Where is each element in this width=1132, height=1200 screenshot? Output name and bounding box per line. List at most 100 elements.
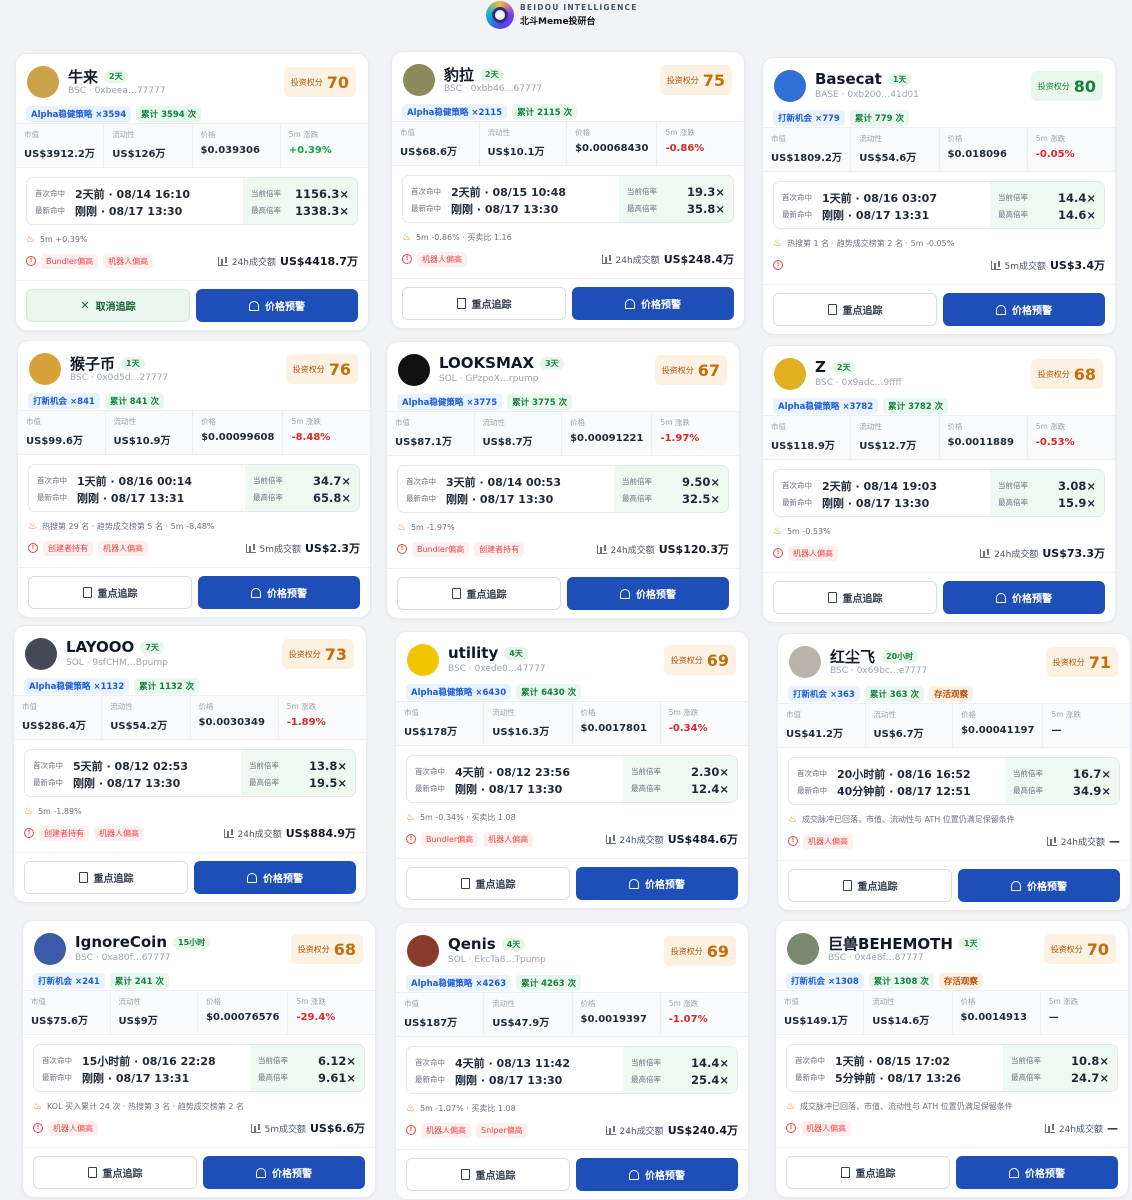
card-header: 猴子币 1天 BSC · 0x0d5d…27777 打新机会 ×841 累计 8…: [28, 352, 360, 410]
liquidity-label: 流动性: [118, 997, 142, 1006]
price-label: 价格: [570, 418, 586, 427]
fire-icon: ♨: [402, 231, 411, 243]
track-button[interactable]: 重点追踪: [24, 861, 188, 894]
first-hit-label: 首次命中: [411, 187, 441, 196]
volume-value: US$73.3万: [1042, 547, 1105, 560]
card-header: IgnoreCoin 15小时 BSC · 0xa80f…67777 打新机会 …: [33, 932, 365, 990]
risk-tag: 机器人偏高: [788, 545, 838, 561]
price-alert-button[interactable]: 价格预警: [576, 867, 738, 900]
strategy-tag: 打新机会 ×841: [28, 393, 100, 409]
action-row: 重点追踪 价格预警: [23, 1147, 375, 1189]
track-button[interactable]: 重点追踪: [406, 1158, 570, 1191]
shield-icon: !: [26, 256, 36, 266]
track-button[interactable]: 重点追踪: [402, 287, 566, 320]
track-button[interactable]: ✕ 取消追踪: [26, 289, 190, 322]
score-value: 76: [328, 359, 351, 379]
market-cap-value: US$41.2万: [786, 729, 843, 740]
score-label: 投资权分: [1037, 369, 1070, 379]
hit-panel: 首次命中 2天前 · 08/14 19:03 最新命中 刚刚 · 08/17 13:…: [773, 469, 1105, 517]
price-alert-button[interactable]: 价格预警: [956, 1156, 1118, 1189]
price-alert-button[interactable]: 价格预警: [576, 1158, 738, 1191]
price-value: $0.00091221: [570, 433, 644, 444]
latest-hit-value: 刚刚 · 08/17 13:30: [455, 1073, 563, 1087]
track-button[interactable]: 重点追踪: [33, 1156, 197, 1189]
track-button[interactable]: 重点追踪: [397, 577, 561, 610]
price-alert-button[interactable]: 价格预警: [194, 861, 356, 894]
shield-icon: !: [788, 836, 798, 846]
latest-hit-label: 最新命中: [415, 1075, 445, 1084]
change-5m-value: —: [1051, 725, 1062, 736]
current-mult-value: 3.08×: [1057, 478, 1096, 493]
price-alert-button[interactable]: 价格预警: [943, 581, 1105, 614]
volume-label: 24h成交额: [1058, 1124, 1103, 1135]
bar-chart-icon: [605, 1125, 616, 1135]
track-button[interactable]: 重点追踪: [788, 869, 952, 902]
price-alert-button[interactable]: 价格预警: [567, 577, 729, 610]
track-button[interactable]: 重点追踪: [786, 1156, 950, 1189]
bar-chart-icon: [605, 834, 616, 844]
token-card-9: 红尘飞 20小时 BSC · 0x69bc…e7777 打新机会 ×363 累计…: [777, 633, 1131, 911]
shield-icon: !: [773, 260, 783, 270]
signal-text: 5m -1.97%: [410, 522, 455, 532]
liquidity-label: 流动性: [873, 710, 897, 719]
current-mult-value: 6.12×: [317, 1053, 356, 1068]
stats-row: 市值 US$41.2万 流动性 US$6.7万 价格 $0.00041197 5m 涨…: [778, 703, 1130, 748]
change-5m-label: 5m 涨跌: [291, 417, 321, 426]
change-5m-label: 5m 涨跌: [288, 130, 319, 139]
score-value: 75: [702, 70, 725, 90]
risk-row: ! 机器人偏高 24h成交额 US$248.4万: [402, 249, 734, 269]
bell-icon: [256, 1167, 266, 1178]
token-chain-address: SOL · EkcTa8…Tpump: [448, 955, 546, 965]
latest-hit-label: 最新命中: [411, 204, 441, 213]
first-hit-value: 1天前 · 08/16 00:14: [77, 474, 192, 488]
first-hit-value: 2天前 · 08/15 10:48: [451, 185, 566, 199]
signal-row: ♨ 5m -0.34% · 买卖比 1.08: [406, 810, 738, 824]
score-value: 69: [706, 650, 729, 670]
hit-count-tag: 累计 3594 次: [136, 106, 202, 122]
latest-hit-label: 最新命中: [35, 206, 65, 215]
stats-row: 市值 US$68.6万 流动性 US$10.1万 价格 $0.00068430 5m …: [392, 121, 744, 166]
bell-icon: [629, 878, 639, 889]
price-alert-button[interactable]: 价格预警: [203, 1156, 365, 1189]
track-button-label: 重点追踪: [97, 589, 138, 600]
token-card-6: Z 2天 BSC · 0x9adc…9ffff Alpha稳健策略 ×3782 …: [762, 345, 1116, 623]
track-button[interactable]: 重点追踪: [773, 581, 937, 614]
volume: 24h成交额 —: [1044, 1122, 1118, 1135]
track-button[interactable]: 重点追踪: [406, 867, 570, 900]
token-name: 牛来: [68, 68, 99, 86]
price-value: $0.00099608: [201, 432, 275, 443]
action-row: 重点追踪 价格预警: [387, 568, 739, 610]
card-header: Qenis 4天 SOL · EkcTa8…Tpump Alpha稳健策略 ×4…: [406, 934, 738, 992]
score-label: 投资权分: [1050, 944, 1083, 954]
price-alert-button[interactable]: 价格预警: [196, 289, 358, 322]
first-hit-label: 首次命中: [42, 1056, 72, 1065]
price-alert-button[interactable]: 价格预警: [943, 293, 1105, 326]
signal-text: 成交脉冲已回落，市值、流动性与 ATH 位置仍满足保留条件: [799, 1101, 1013, 1111]
track-button[interactable]: 重点追踪: [773, 293, 937, 326]
market-cap-label: 市值: [404, 708, 419, 717]
signal-text: KOL 买入累计 24 次 · 热搜第 3 名 · 趋势成交榜第 2 名: [46, 1101, 244, 1111]
volume-value: US$6.6万: [310, 1122, 365, 1135]
bar-chart-icon: [217, 256, 228, 266]
hit-panel: 首次命中 20小时前 · 08/16 16:52 最新命中 40分钟前 · 08/1…: [788, 757, 1120, 805]
score-label: 投资权分: [670, 946, 703, 956]
token-name: Z: [815, 358, 826, 376]
change-5m-label: 5m 涨跌: [668, 999, 699, 1008]
liquidity-label: 流动性: [112, 130, 135, 139]
liquidity-value: US$9万: [118, 1016, 158, 1027]
volume: 5m成交额 US$3.4万: [990, 257, 1105, 273]
price-alert-button[interactable]: 价格预警: [572, 287, 734, 320]
bell-icon: [1009, 1167, 1019, 1178]
price-label: 价格: [575, 128, 591, 137]
track-button-label: 重点追踪: [855, 1169, 896, 1180]
bar-chart-icon: [596, 544, 607, 554]
track-button[interactable]: 重点追踪: [28, 576, 192, 609]
risk-row: ! 创建者持有 机器人偏高 24h成交额 US$884.9万: [24, 823, 356, 843]
price-alert-button[interactable]: 价格预警: [198, 576, 360, 609]
price-alert-button[interactable]: 价格预警: [958, 869, 1120, 902]
brand-logo-icon: [486, 1, 514, 29]
fire-icon: ♨: [397, 521, 406, 533]
strategy-tag: 打新机会 ×241: [33, 973, 105, 989]
bell-icon: [625, 298, 635, 309]
liquidity-value: US$16.3万: [492, 727, 550, 738]
